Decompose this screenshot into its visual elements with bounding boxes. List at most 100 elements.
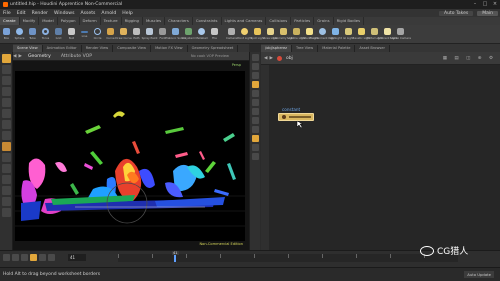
step-forward-button[interactable] (39, 254, 46, 261)
pivot-tool-icon[interactable] (2, 186, 11, 195)
step-back-button[interactable] (12, 254, 19, 261)
tool-file[interactable]: File (208, 25, 221, 44)
tool-camera[interactable]: Camera (225, 25, 238, 44)
tool-env-light[interactable]: Environment Light (310, 25, 335, 44)
tool-stereo-camera[interactable]: Stereo Camera (390, 25, 411, 44)
move-tool-icon[interactable] (2, 87, 11, 96)
tool-tube[interactable]: Tube (26, 25, 39, 44)
tool-point-light[interactable]: Point Light (237, 25, 252, 44)
tab-asset-browser[interactable]: Asset Browser (355, 44, 390, 52)
back-arrow-icon[interactable]: ◀ (13, 54, 16, 59)
tool-font[interactable]: Font (156, 25, 169, 44)
tool-sphere[interactable]: Sphere (13, 25, 26, 44)
menu-help[interactable]: Help (119, 11, 135, 16)
tool-null[interactable]: Null (65, 25, 78, 44)
tab-scene-view[interactable]: Scene View (13, 44, 43, 52)
tool-metaball[interactable]: Metaball (195, 25, 208, 44)
snap-tool-icon[interactable] (2, 131, 11, 140)
menu-assets[interactable]: Assets (77, 11, 98, 16)
viewport-path[interactable]: Geometry (28, 54, 51, 59)
paint-tool-icon[interactable] (2, 164, 11, 173)
tool-geometry-light[interactable]: Geometry Light (273, 25, 294, 44)
tool-draw-curve[interactable]: Draw Curve (115, 25, 132, 44)
wireframe-icon[interactable] (252, 90, 259, 97)
tool-portal-light[interactable]: Portal Light (367, 25, 382, 44)
tab-geometry-spreadsheet[interactable]: Geometry Spreadsheet (188, 44, 239, 52)
tool-area-light[interactable]: Area Light (263, 25, 278, 44)
home-icon[interactable] (252, 153, 259, 160)
frame-all-icon[interactable] (252, 144, 259, 151)
tab-animation-editor[interactable]: Animation Editor (43, 44, 82, 52)
tool-grid[interactable]: Grid (52, 25, 65, 44)
tool-line[interactable]: Line (78, 25, 91, 44)
tab-motion-fx-view[interactable]: Motion FX View (151, 44, 188, 52)
node-output-dot[interactable] (282, 115, 286, 119)
tool-ambient-light[interactable]: Ambient Light (378, 25, 397, 44)
menu-file[interactable]: File (0, 11, 14, 16)
timeline-ruler[interactable] (118, 254, 458, 262)
play-button[interactable] (30, 254, 37, 261)
display-options-icon[interactable] (252, 54, 259, 61)
tab-tree-view[interactable]: Tree View (292, 44, 319, 52)
pose-tool-icon[interactable] (2, 120, 11, 129)
menu-arnold[interactable]: Arnold (98, 11, 119, 16)
lighting-icon[interactable] (252, 63, 259, 70)
tab-obj-network[interactable]: /obj/spherez (261, 44, 293, 52)
points-icon[interactable] (252, 99, 259, 106)
tool-spot-light[interactable]: Spot Light (250, 25, 265, 44)
viewport[interactable]: Persp Non-Commercial Edition (13, 61, 249, 250)
tab-material-palette[interactable]: Material Palette (318, 44, 356, 52)
tool-curve[interactable]: Curve (104, 25, 117, 44)
forward-arrow-icon[interactable]: ▶ (269, 56, 272, 61)
tool-torus[interactable]: Torus (39, 25, 52, 44)
tool-caustic-light[interactable]: Caustic Light (352, 25, 371, 44)
back-arrow-icon[interactable]: ◀ (264, 56, 267, 61)
tool-platonic[interactable]: Platonic Solids (165, 25, 186, 44)
viewport-subpath[interactable]: Attribute VOP (61, 54, 92, 59)
flipbook-tool-icon[interactable] (2, 208, 11, 217)
measure-tool-icon[interactable] (2, 175, 11, 184)
tool-volume-light[interactable]: Volume Light (287, 25, 306, 44)
jump-start-button[interactable] (3, 254, 10, 261)
render-tool-icon[interactable] (2, 197, 11, 206)
network-editor[interactable] (261, 65, 500, 250)
tool-box[interactable]: Box (0, 25, 13, 44)
timeline-cursor[interactable] (174, 254, 176, 262)
jump-end-button[interactable] (48, 254, 55, 261)
tool-distant-light[interactable]: Distant Light (301, 25, 318, 44)
tab-composite-view[interactable]: Composite View (113, 44, 152, 52)
current-frame-field[interactable]: 41 (68, 254, 86, 261)
menu-render[interactable]: Render (29, 11, 51, 16)
tool-circle[interactable]: Circle (91, 25, 104, 44)
tab-render-view[interactable]: Render View (82, 44, 114, 52)
network-tools[interactable]: ▦ ▤ ◫ ⊕ ⚙ (443, 56, 496, 61)
viewport-canvas[interactable] (15, 71, 245, 241)
tool-lsystem[interactable]: L-System (182, 25, 195, 44)
view-tool-icon[interactable] (2, 65, 11, 74)
viewport-menu[interactable]: No cook VOP Preview (191, 54, 229, 58)
tool-spray-paint[interactable]: Spray Paint (142, 25, 157, 44)
ghost-icon[interactable] (252, 81, 259, 88)
grid-toggle-icon[interactable] (252, 117, 259, 124)
auto-update-button[interactable]: Auto Update (464, 271, 494, 278)
normals-icon[interactable] (252, 108, 259, 115)
forward-arrow-icon[interactable]: ▶ (18, 54, 21, 59)
viewport-camera-label[interactable]: Persp (232, 63, 241, 67)
network-path[interactable]: obj (286, 56, 293, 61)
select-tool-icon[interactable] (2, 54, 11, 63)
maximize-button[interactable]: □ (482, 1, 488, 7)
minimize-button[interactable]: – (472, 1, 478, 7)
scale-tool-icon[interactable] (2, 109, 11, 118)
rotate-tool-icon[interactable] (2, 98, 11, 107)
magnet-tool-icon[interactable] (2, 153, 11, 162)
auto-takes-button[interactable]: Auto Takes (439, 10, 474, 16)
play-back-button[interactable] (21, 254, 28, 261)
tool-gi-light[interactable]: GI Light (342, 25, 355, 44)
handle-tool-icon[interactable] (2, 76, 11, 85)
desktop-select[interactable]: Main (477, 10, 498, 16)
tool-sky-light[interactable]: Sky Light (329, 25, 342, 44)
menu-windows[interactable]: Windows (51, 11, 78, 16)
tool-path[interactable]: Path (130, 25, 143, 44)
close-button[interactable]: × (492, 1, 498, 7)
background-icon[interactable] (252, 126, 259, 133)
